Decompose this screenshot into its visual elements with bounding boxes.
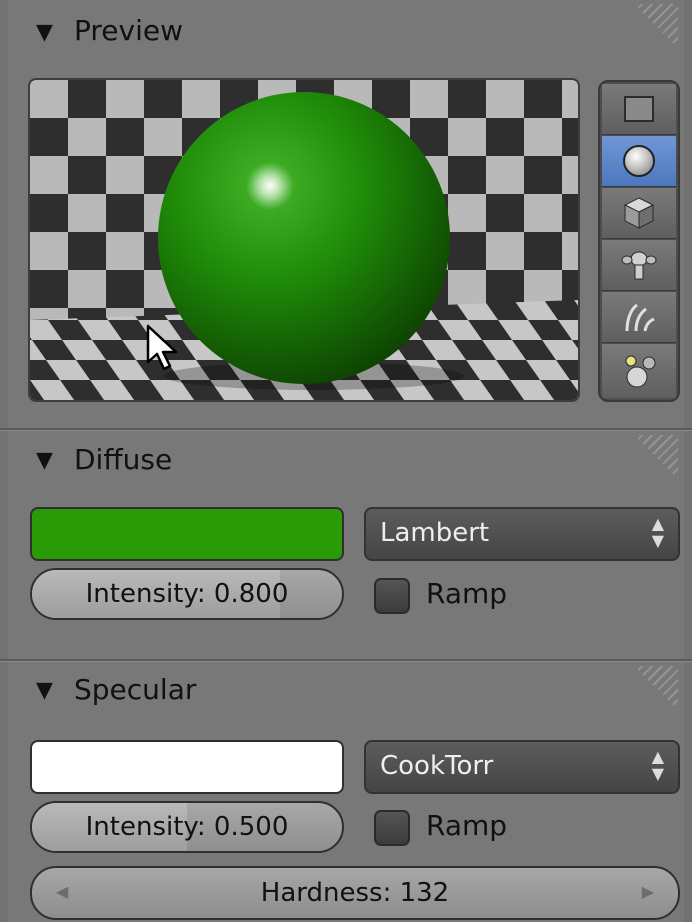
cube-icon — [602, 188, 676, 238]
diffuse-shader-label: Lambert — [380, 518, 490, 548]
specular-shader-label: CookTorr — [380, 751, 494, 781]
specular-shader-dropdown[interactable]: CookTorr ▲ ▼ — [364, 740, 680, 794]
mouse-pointer-icon — [146, 324, 180, 376]
diffuse-color-swatch[interactable] — [30, 507, 344, 561]
diffuse-panel-header[interactable]: ▼ Diffuse — [8, 431, 684, 487]
sphere-with-lamp-icon — [602, 344, 676, 398]
diffuse-title: Diffuse — [74, 443, 173, 476]
sphere-icon — [602, 136, 676, 186]
diffuse-shader-dropdown[interactable]: Lambert ▲ ▼ — [364, 507, 680, 561]
collapse-triangle-icon[interactable]: ▼ — [36, 450, 53, 472]
monkey-icon — [602, 240, 676, 290]
preview-panel-header[interactable]: ▼ Preview — [8, 0, 684, 56]
specular-hardness-label: Hardness: 132 — [260, 878, 450, 908]
preview-hair-button[interactable] — [602, 292, 676, 343]
flat-plane-icon — [602, 84, 676, 134]
specular-title: Specular — [74, 673, 197, 706]
diffuse-intensity-label: Intensity: 0.800 — [85, 579, 289, 609]
preview-title: Preview — [74, 14, 183, 47]
panel-grip-icon[interactable] — [634, 666, 678, 710]
panel-grip-icon[interactable] — [634, 4, 678, 48]
specular-hardness-slider[interactable]: ◀ Hardness: 132 ▶ — [30, 866, 680, 920]
diffuse-ramp-label: Ramp — [426, 577, 508, 610]
up-down-arrows-icon: ▲ ▼ — [651, 747, 664, 783]
preview-monkey-button[interactable] — [602, 240, 676, 291]
material-preview-render — [28, 78, 580, 402]
preview-sphere-button[interactable] — [602, 136, 676, 187]
diffuse-intensity-slider[interactable]: Intensity: 0.800 — [30, 568, 344, 620]
hair-strands-icon — [602, 292, 676, 342]
preview-sphere-lamp-button[interactable] — [602, 344, 676, 398]
preview-type-toolbar — [598, 80, 680, 402]
collapse-triangle-icon[interactable]: ▼ — [36, 22, 53, 44]
specular-ramp-checkbox[interactable] — [374, 810, 410, 846]
specular-panel-header[interactable]: ▼ Specular — [8, 662, 684, 718]
specular-intensity-slider[interactable]: Intensity: 0.500 — [30, 801, 344, 853]
specular-intensity-label: Intensity: 0.500 — [85, 812, 289, 842]
preview-flat-button[interactable] — [602, 84, 676, 135]
preview-cube-button[interactable] — [602, 188, 676, 239]
diffuse-ramp-toggle[interactable]: Ramp — [374, 576, 534, 616]
increment-arrow-icon[interactable]: ▶ — [642, 882, 654, 901]
specular-ramp-label: Ramp — [426, 809, 508, 842]
specular-color-swatch[interactable] — [30, 740, 344, 794]
collapse-triangle-icon[interactable]: ▼ — [36, 680, 53, 702]
specular-ramp-toggle[interactable]: Ramp — [374, 808, 534, 848]
panel-grip-icon[interactable] — [634, 435, 678, 479]
diffuse-ramp-checkbox[interactable] — [374, 578, 410, 614]
up-down-arrows-icon: ▲ ▼ — [651, 514, 664, 550]
